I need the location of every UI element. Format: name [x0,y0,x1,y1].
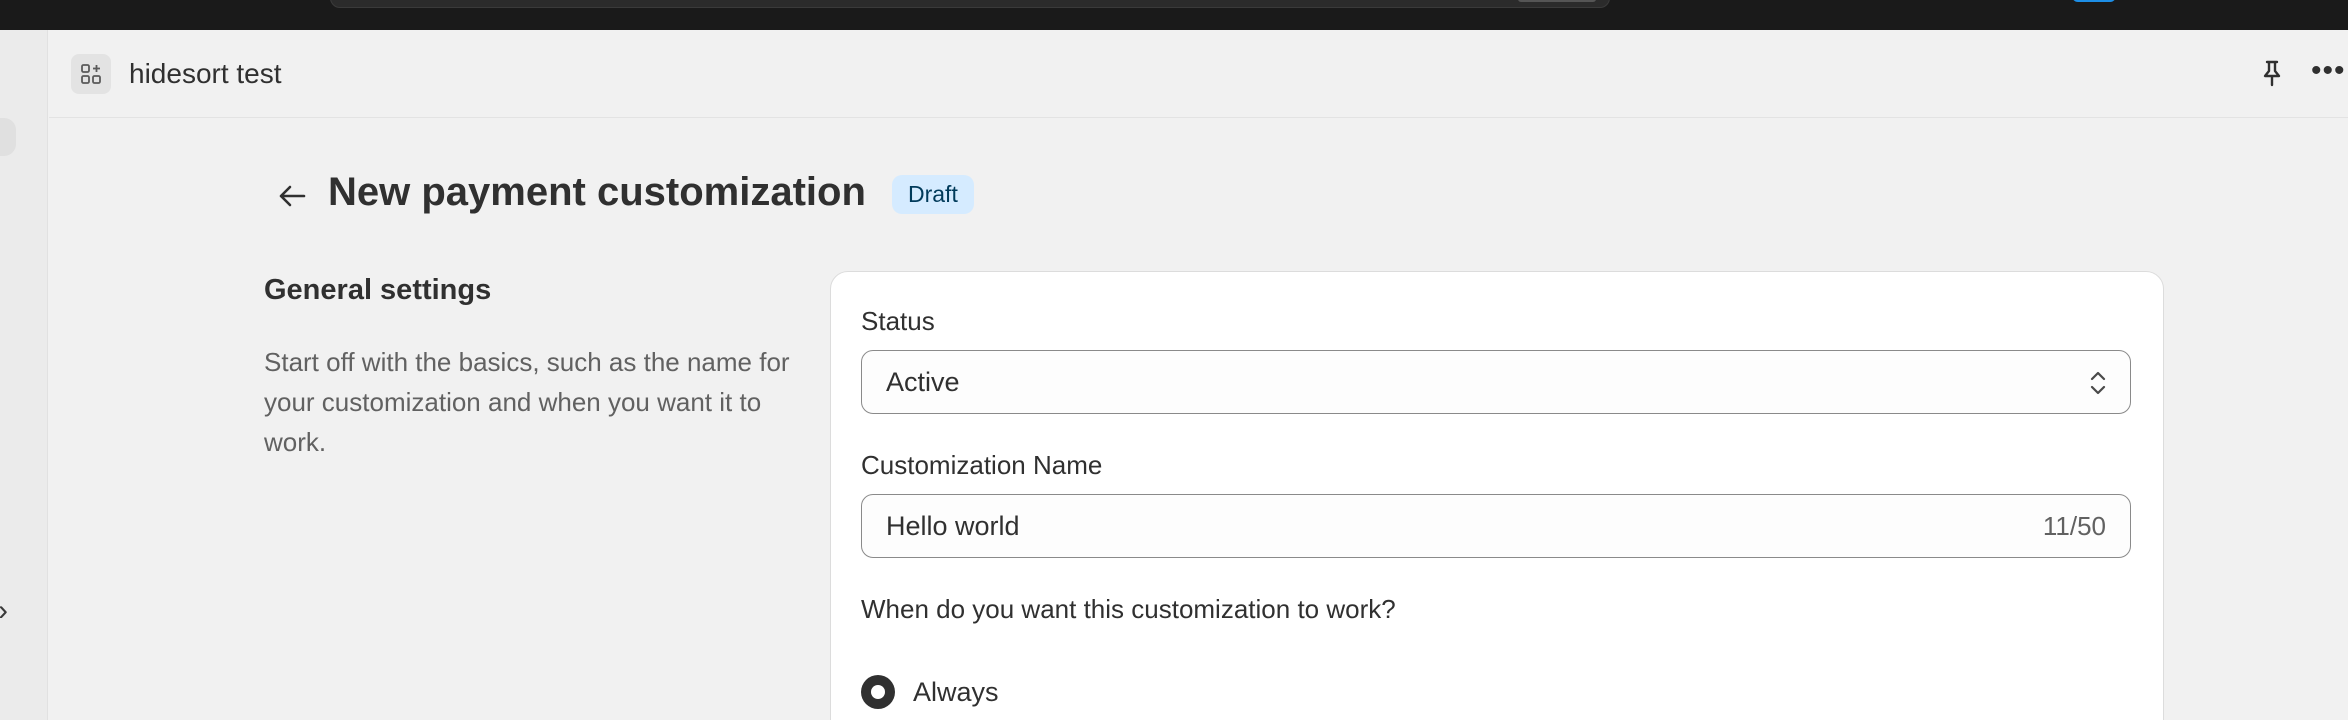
chevron-right-icon[interactable]: › [0,596,8,626]
search-bar-shortcut [1518,0,1596,2]
left-sidebar-rail: › [0,30,48,720]
radio-option-always[interactable]: Always [861,672,999,712]
browser-search-bar[interactable] [330,0,1610,8]
profile-button[interactable] [2072,0,2116,2]
status-badge: Draft [892,175,974,214]
customization-name-value: Hello world [886,511,1020,541]
customization-name-label: Customization Name [861,450,1103,480]
sidebar-collapsed-tab[interactable] [0,118,16,156]
radio-label-always: Always [913,676,999,707]
more-horizontal-icon[interactable]: ••• [2311,56,2346,86]
schedule-question: When do you want this customization to w… [861,594,1396,624]
status-select[interactable]: Active [861,350,2131,414]
arrow-left-icon [279,185,306,207]
apps-grid-icon [71,54,111,94]
page-title: New payment customization [328,170,866,214]
character-count: 11/50 [2042,511,2106,541]
browser-top-bar [0,0,2348,30]
settings-card: Status Active Customization Name Hello w… [830,271,2164,720]
chevron-up-down-icon [2090,371,2106,395]
app-title: hidesort test [129,58,282,89]
customization-name-input[interactable]: Hello world 11/50 [861,494,2131,558]
section-description: Start off with the basics, such as the n… [264,347,790,457]
pin-icon[interactable] [2257,58,2287,88]
app-header: hidesort test ••• [49,30,2348,118]
radio-selected-icon[interactable] [861,675,895,709]
section-title: General settings [264,274,492,306]
back-button[interactable] [270,176,314,216]
status-label: Status [861,306,935,336]
status-select-value: Active [886,367,960,397]
